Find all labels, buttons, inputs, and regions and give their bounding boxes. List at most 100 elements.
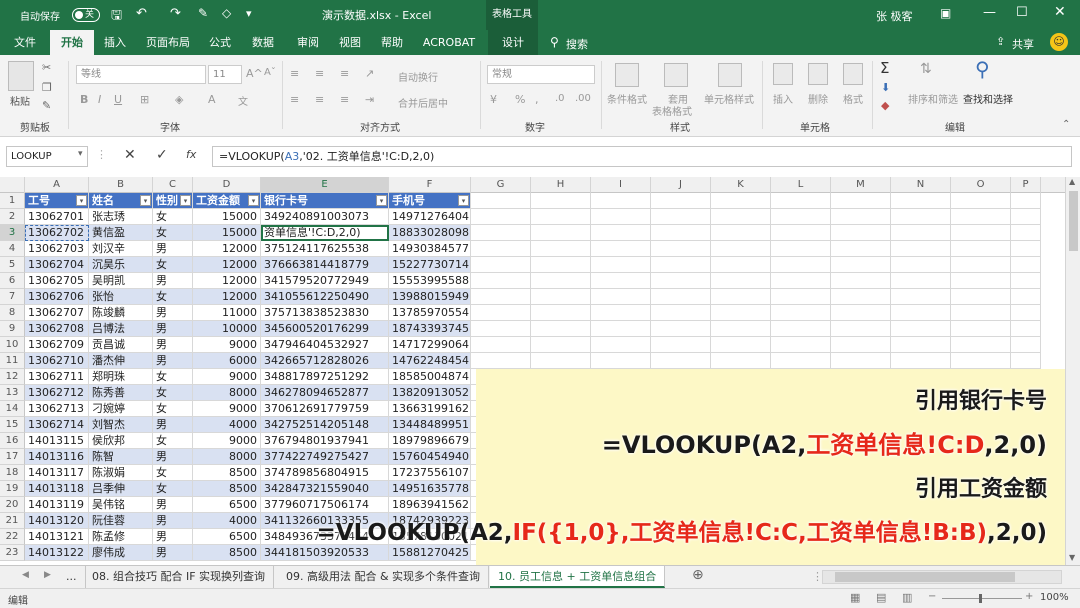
wrap-text-button[interactable]: 自动换行 xyxy=(398,69,438,84)
comma-icon[interactable]: , xyxy=(535,93,539,106)
page-break-view-icon[interactable]: ▥ xyxy=(902,591,912,604)
zoom-out-icon[interactable]: − xyxy=(928,591,936,602)
indent-icon[interactable]: ⇥ xyxy=(365,93,374,106)
save-icon[interactable]: 🖫 xyxy=(111,6,122,28)
scroll-down-icon[interactable]: ▼ xyxy=(1069,553,1075,562)
right-align-icon[interactable]: ≡ xyxy=(340,93,349,106)
sort-filter-label[interactable]: 排序和筛选 xyxy=(908,91,958,106)
close-icon[interactable]: ✕ xyxy=(1054,4,1066,20)
search-label[interactable]: 搜索 xyxy=(566,36,588,52)
splitter-icon[interactable]: ⋮ xyxy=(96,148,107,161)
name-box-dropdown-icon[interactable]: ▾ xyxy=(78,149,83,159)
top-align-icon[interactable]: ≡ xyxy=(290,67,299,80)
sort-filter-icon[interactable]: ⇅ xyxy=(920,61,932,77)
undo-icon[interactable]: ↶ xyxy=(136,6,147,21)
add-sheet-icon[interactable]: ⊕ xyxy=(692,567,704,583)
orientation-icon[interactable]: ↗ xyxy=(365,67,374,80)
shrink-font-icon[interactable]: Aˇ xyxy=(264,67,276,78)
hscroll-thumb[interactable] xyxy=(835,572,1015,582)
clear-format-icon[interactable]: ◆ xyxy=(881,99,889,112)
sheet-tab-09[interactable]: 09. 高级用法 配合 & 实现多个条件查询 xyxy=(278,566,490,588)
insert-cells-icon[interactable] xyxy=(773,63,793,85)
cell-styles-icon[interactable] xyxy=(718,63,742,87)
ribbon-display-icon[interactable]: ▣ xyxy=(940,6,951,20)
minimize-icon[interactable]: — xyxy=(983,5,996,20)
tab-review[interactable]: 审阅 xyxy=(290,30,326,55)
middle-align-icon[interactable]: ≡ xyxy=(315,67,324,80)
tab-help[interactable]: 帮助 xyxy=(374,30,410,55)
bottom-align-icon[interactable]: ≡ xyxy=(340,67,349,80)
cut-icon[interactable]: ✂ xyxy=(42,61,51,74)
enter-icon[interactable]: ✓ xyxy=(156,147,168,163)
paste-icon[interactable] xyxy=(8,61,34,91)
phonetic-icon[interactable]: 文 xyxy=(238,93,248,108)
zoom-in-icon[interactable]: + xyxy=(1025,591,1033,602)
horizontal-scrollbar[interactable] xyxy=(822,570,1062,584)
worksheet-grid[interactable]: ABCDEFGHIJKLMNOP 1 工号 ▾ 姓名 ▾ 性别 ▾ 工资金额 ▾ 银行卡号 ▾ 手机号… xyxy=(0,177,1065,565)
find-select-icon[interactable]: ⚲ xyxy=(975,57,990,81)
bold-icon[interactable]: B xyxy=(80,93,88,106)
normal-view-icon[interactable]: ▦ xyxy=(850,591,860,604)
search-icon[interactable]: ⚲ xyxy=(550,35,559,49)
tab-insert[interactable]: 插入 xyxy=(97,30,133,55)
paste-label[interactable]: 粘贴 xyxy=(10,93,30,108)
delete-cells-icon[interactable] xyxy=(808,63,828,85)
format-painter-icon[interactable]: ✎ xyxy=(42,99,51,112)
scroll-up-icon[interactable]: ▲ xyxy=(1069,177,1075,186)
user-name[interactable]: 张 极客 xyxy=(876,8,913,24)
share-label[interactable]: 共享 xyxy=(1012,36,1034,52)
autosave-toggle[interactable]: 关 xyxy=(72,8,100,22)
paint-icon[interactable]: ✎ xyxy=(198,6,208,20)
italic-icon[interactable]: I xyxy=(98,93,101,106)
tab-acrobat[interactable]: ACROBAT xyxy=(416,30,482,55)
sheet-tab-more[interactable]: ... xyxy=(58,566,86,588)
font-size-select[interactable]: 11 xyxy=(208,65,242,84)
sheet-tab-10[interactable]: 10. 员工信息 + 工资单信息组合 xyxy=(490,566,666,588)
number-format-select[interactable]: 常规 xyxy=(487,65,595,84)
sheet-tab-08[interactable]: 08. 组合技巧 配合 IF 实现换列查询 xyxy=(84,566,275,588)
tab-file[interactable]: 文件 xyxy=(5,30,45,55)
formula-input[interactable]: =VLOOKUP(A3,'02. 工资单信息'!C:D,2,0) xyxy=(212,146,1072,167)
format-as-table-icon[interactable] xyxy=(664,63,688,87)
redo-icon[interactable]: ↷ xyxy=(170,6,181,21)
name-box[interactable]: LOOKUP xyxy=(6,146,88,167)
delete-cells-label[interactable]: 删除 xyxy=(808,91,828,106)
prev-sheet-icon[interactable]: ◀ xyxy=(22,570,29,580)
conditional-format-label[interactable]: 条件格式 xyxy=(607,91,647,106)
customize-qat-icon[interactable]: ▾ xyxy=(246,7,252,20)
find-select-label[interactable]: 查找和选择 xyxy=(963,91,1013,106)
fill-color-icon[interactable]: ◈ xyxy=(175,93,183,106)
percent-icon[interactable]: % xyxy=(515,93,525,106)
next-sheet-icon[interactable]: ▶ xyxy=(44,570,51,580)
page-layout-view-icon[interactable]: ▤ xyxy=(876,591,886,604)
tab-data[interactable]: 数据 xyxy=(245,30,281,55)
tab-formulas[interactable]: 公式 xyxy=(202,30,238,55)
collapse-ribbon-icon[interactable]: ⌃ xyxy=(1062,119,1070,130)
scroll-thumb[interactable] xyxy=(1069,191,1078,251)
format-as-table-label2[interactable]: 表格格式 xyxy=(652,103,692,118)
zoom-slider-thumb[interactable] xyxy=(979,594,982,603)
font-name-select[interactable]: 等线 xyxy=(76,65,206,84)
left-align-icon[interactable]: ≡ xyxy=(290,93,299,106)
share-icon[interactable]: ⇪ xyxy=(996,35,1005,48)
fill-icon[interactable]: ⬇ xyxy=(881,81,890,94)
copy-icon[interactable]: ❐ xyxy=(42,81,52,94)
format-cells-icon[interactable] xyxy=(843,63,863,85)
currency-icon[interactable]: ¥ xyxy=(490,93,497,106)
clear-icon[interactable]: ◇ xyxy=(222,6,231,20)
format-cells-label[interactable]: 格式 xyxy=(843,91,863,106)
increase-decimal-icon[interactable]: .0 xyxy=(555,93,565,104)
tab-design[interactable]: 设计 xyxy=(488,30,538,55)
autosum-icon[interactable]: Σ xyxy=(880,59,889,77)
underline-icon[interactable]: U xyxy=(114,93,122,106)
feedback-icon[interactable]: ☺ xyxy=(1050,33,1068,51)
insert-cells-label[interactable]: 插入 xyxy=(773,91,793,106)
cell-styles-label[interactable]: 单元格样式 xyxy=(704,91,754,106)
vertical-scrollbar[interactable]: ▲ ▼ xyxy=(1065,177,1080,565)
zoom-slider[interactable] xyxy=(942,598,1022,599)
decrease-decimal-icon[interactable]: .00 xyxy=(575,93,591,104)
maximize-icon[interactable]: ☐ xyxy=(1016,5,1028,20)
center-align-icon[interactable]: ≡ xyxy=(315,93,324,106)
font-color-icon[interactable]: A xyxy=(208,93,216,106)
grow-font-icon[interactable]: A^ xyxy=(246,67,263,80)
